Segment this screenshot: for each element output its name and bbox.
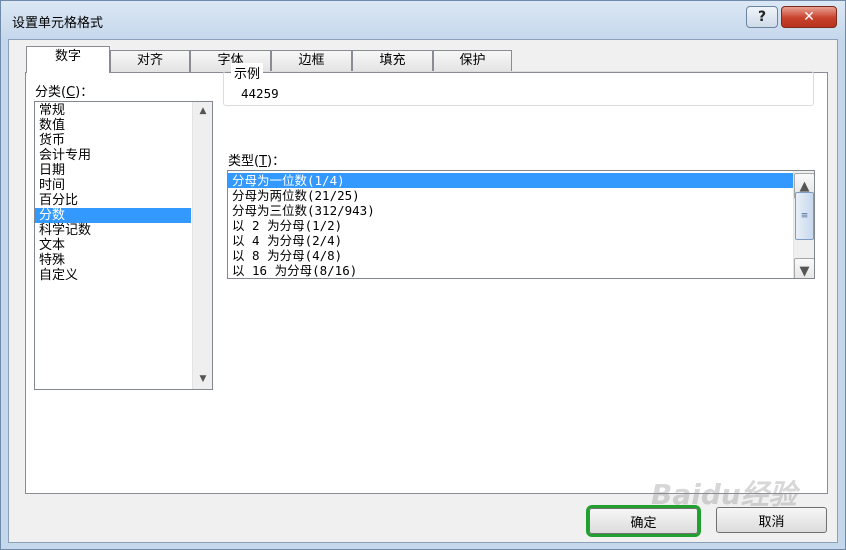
category-item-special[interactable]: 特殊 xyxy=(35,253,191,268)
tab-protection[interactable]: 保护 xyxy=(433,50,512,72)
scroll-down-icon[interactable]: ▼ xyxy=(794,258,814,278)
close-icon: ✕ xyxy=(803,9,815,25)
cancel-button[interactable]: 取消 xyxy=(716,507,827,533)
category-item-general[interactable]: 常规 xyxy=(35,103,191,118)
scroll-thumb[interactable]: ≡ xyxy=(795,192,814,240)
tab-border[interactable]: 边框 xyxy=(271,50,352,72)
category-item-fraction[interactable]: 分数 xyxy=(35,208,191,223)
scroll-grip-icon: ≡ xyxy=(800,211,809,221)
sample-value: 44259 xyxy=(241,86,279,101)
help-icon: ? xyxy=(757,9,767,25)
scroll-down-icon[interactable]: ▼ xyxy=(193,370,212,387)
category-item-percentage[interactable]: 百分比 xyxy=(35,193,191,208)
category-item-scientific[interactable]: 科学记数 xyxy=(35,223,191,238)
type-item-halves[interactable]: 以 2 为分母(1/2) xyxy=(228,218,793,233)
tab-number[interactable]: 数字 xyxy=(26,46,110,73)
category-list[interactable]: 常规 数值 货币 会计专用 日期 时间 百分比 分数 科学记数 文本 特殊 自定… xyxy=(34,101,213,390)
format-cells-dialog: 设置单元格格式 ? ✕ 数字 对齐 字体 边框 填充 保护 分类(C)： 常规 … xyxy=(0,0,846,550)
tab-fill[interactable]: 填充 xyxy=(352,50,433,72)
type-label: 类型(T)： xyxy=(228,154,286,169)
scroll-up-icon[interactable]: ▲ xyxy=(193,102,212,119)
category-item-time[interactable]: 时间 xyxy=(35,178,191,193)
type-item-two-digits[interactable]: 分母为两位数(21/25) xyxy=(228,188,793,203)
sample-group xyxy=(223,71,814,106)
close-button[interactable]: ✕ xyxy=(781,6,837,28)
category-item-date[interactable]: 日期 xyxy=(35,163,191,178)
category-item-custom[interactable]: 自定义 xyxy=(35,268,191,283)
type-item-three-digits[interactable]: 分母为三位数(312/943) xyxy=(228,203,793,218)
category-item-number[interactable]: 数值 xyxy=(35,118,191,133)
type-list[interactable]: 分母为一位数(1/4) 分母为两位数(21/25) 分母为三位数(312/943… xyxy=(227,170,815,279)
category-items: 常规 数值 货币 会计专用 日期 时间 百分比 分数 科学记数 文本 特殊 自定… xyxy=(35,103,191,283)
type-item-eighths[interactable]: 以 8 为分母(4/8) xyxy=(228,248,793,263)
category-scrollbar[interactable]: ▲ ▼ xyxy=(192,102,212,389)
category-item-accounting[interactable]: 会计专用 xyxy=(35,148,191,163)
title-bar[interactable]: 设置单元格格式 ? ✕ xyxy=(1,1,845,39)
type-items: 分母为一位数(1/4) 分母为两位数(21/25) 分母为三位数(312/943… xyxy=(228,173,793,278)
type-item-one-digit[interactable]: 分母为一位数(1/4) xyxy=(228,173,793,188)
tab-alignment[interactable]: 对齐 xyxy=(110,50,190,72)
sample-legend: 示例 xyxy=(231,63,264,82)
help-button[interactable]: ? xyxy=(746,6,778,28)
category-label: 分类(C)： xyxy=(35,85,94,100)
type-item-quarters[interactable]: 以 4 为分母(2/4) xyxy=(228,233,793,248)
ok-button[interactable]: 确定 xyxy=(589,508,698,534)
category-item-text[interactable]: 文本 xyxy=(35,238,191,253)
type-item-sixteenths[interactable]: 以 16 为分母(8/16) xyxy=(228,263,793,278)
category-item-currency[interactable]: 货币 xyxy=(35,133,191,148)
dialog-title: 设置单元格格式 xyxy=(12,16,104,31)
type-scrollbar[interactable]: ▲ ≡ ▼ xyxy=(793,171,814,278)
